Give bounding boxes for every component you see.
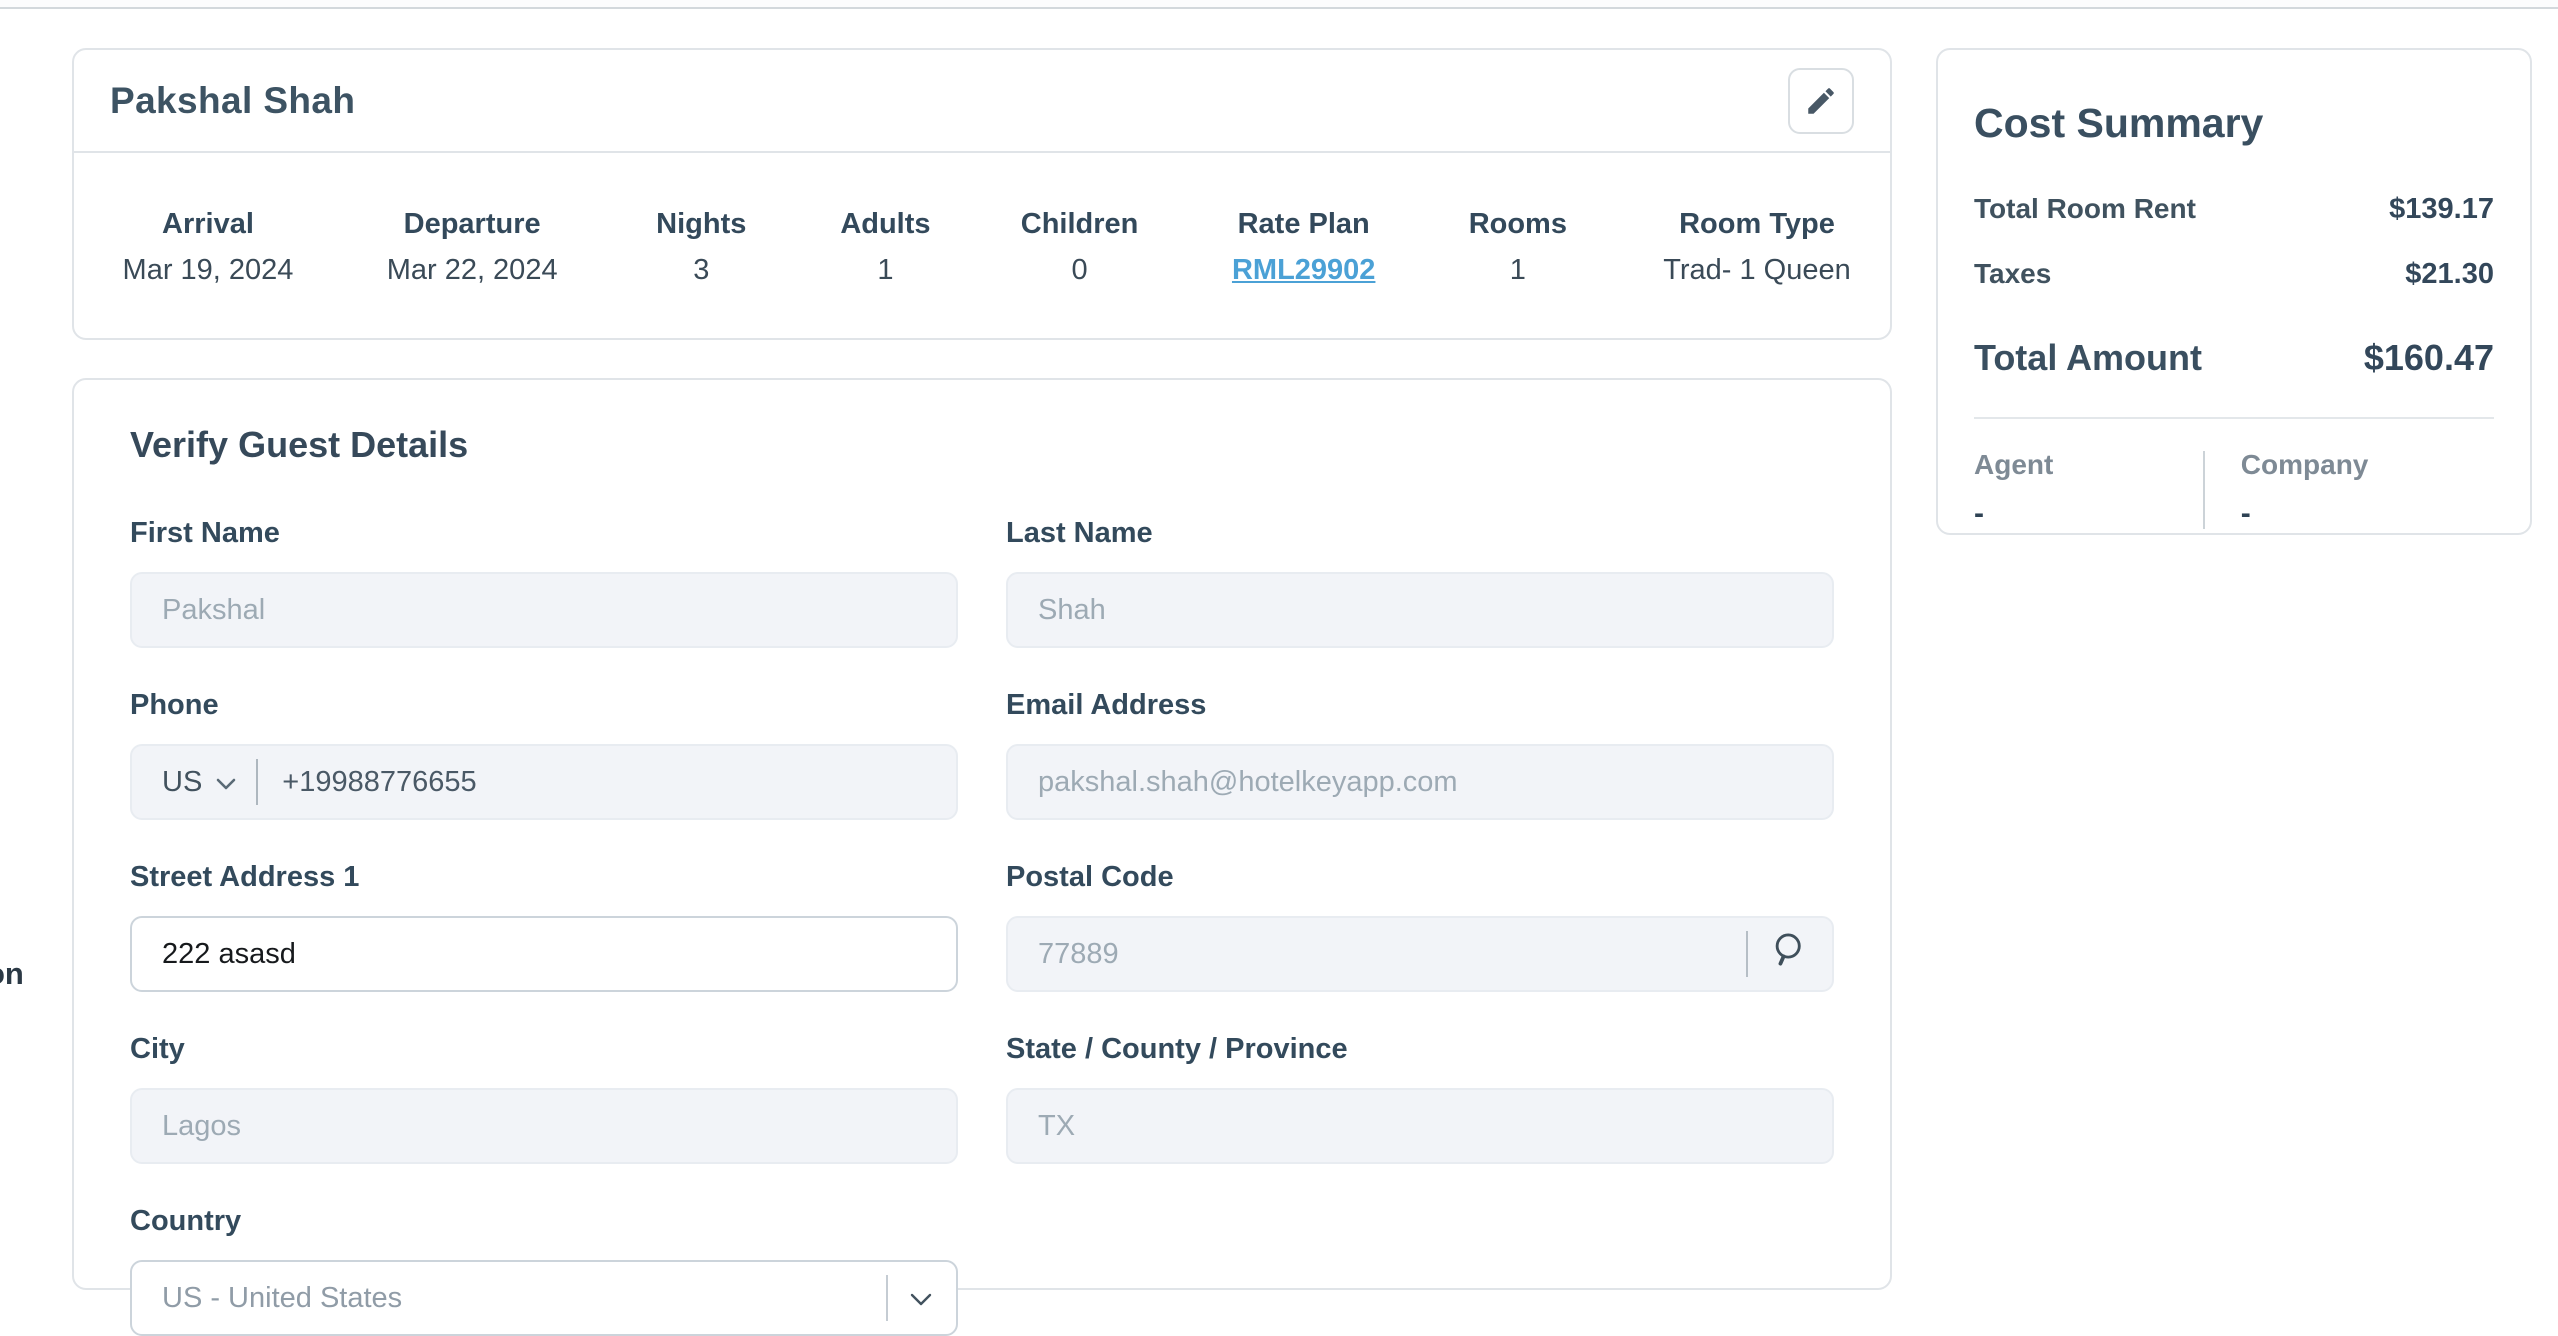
cost-row-value: $139.17 xyxy=(2389,193,2494,226)
guest-form-grid: First Name Last Name Phone US +199887766… xyxy=(130,516,1834,1336)
detail-label: Nights xyxy=(646,207,756,241)
last-name-field-group: Last Name xyxy=(1006,516,1834,648)
street-address-label: Street Address 1 xyxy=(130,860,958,894)
chevron-down-icon xyxy=(910,1282,932,1315)
last-name-input[interactable] xyxy=(1006,572,1834,648)
country-label: Country xyxy=(130,1204,958,1238)
rate-plan-link[interactable]: RML29902 xyxy=(1232,254,1375,286)
clipped-text-fragment: on xyxy=(0,956,24,992)
detail-value: 1 xyxy=(835,253,935,287)
detail-value: 0 xyxy=(1015,253,1145,287)
detail-rooms: Rooms 1 xyxy=(1463,207,1573,287)
phone-country-code: US xyxy=(162,766,202,799)
postal-code-label: Postal Code xyxy=(1006,860,1834,894)
cost-summary-divider xyxy=(1974,417,2494,419)
detail-label: Children xyxy=(1015,207,1145,241)
country-selected-value: US - United States xyxy=(162,1282,874,1315)
detail-nights: Nights 3 xyxy=(646,207,756,287)
state-label: State / County / Province xyxy=(1006,1032,1834,1066)
detail-label: Room Type xyxy=(1652,207,1862,241)
detail-value: 3 xyxy=(646,253,756,287)
detail-label: Rooms xyxy=(1463,207,1573,241)
agent-company-section: Agent - Company - xyxy=(1974,449,2494,531)
detail-value: Mar 22, 2024 xyxy=(377,253,567,287)
company-column: Company - xyxy=(2205,449,2494,531)
agent-label: Agent xyxy=(1974,449,2203,481)
detail-arrival: Arrival Mar 19, 2024 xyxy=(118,207,298,287)
chevron-down-icon xyxy=(216,766,236,799)
email-input[interactable] xyxy=(1006,744,1834,820)
last-name-label: Last Name xyxy=(1006,516,1834,550)
detail-value: Mar 19, 2024 xyxy=(118,253,298,287)
state-input[interactable] xyxy=(1006,1088,1834,1164)
cost-row-value: $21.30 xyxy=(2405,258,2494,291)
country-select[interactable]: US - United States xyxy=(130,1260,958,1336)
phone-field-group: Phone US +19988776655 xyxy=(130,688,958,820)
email-label: Email Address xyxy=(1006,688,1834,722)
detail-children: Children 0 xyxy=(1015,207,1145,287)
guest-name: Pakshal Shah xyxy=(110,80,355,122)
booking-details-row: Arrival Mar 19, 2024 Departure Mar 22, 2… xyxy=(74,153,1890,287)
country-field-group: Country US - United States xyxy=(130,1204,958,1336)
city-input[interactable] xyxy=(130,1088,958,1164)
postal-divider xyxy=(1746,931,1748,977)
city-label: City xyxy=(130,1032,958,1066)
cost-summary-title: Cost Summary xyxy=(1974,100,2494,147)
cost-row-label: Taxes xyxy=(1974,258,2051,290)
empty-grid-cell xyxy=(1006,1204,1834,1336)
verify-guest-details-card: Verify Guest Details First Name Last Nam… xyxy=(72,378,1892,1290)
detail-label: Rate Plan xyxy=(1224,207,1384,241)
phone-label: Phone xyxy=(130,688,958,722)
postal-code-field-group: Postal Code xyxy=(1006,860,1834,992)
cost-row-label: Total Room Rent xyxy=(1974,193,2196,225)
edit-guest-button[interactable] xyxy=(1788,68,1854,134)
postal-code-field xyxy=(1006,916,1834,992)
detail-room-type: Room Type Trad- 1 Queen xyxy=(1652,207,1862,287)
detail-label: Departure xyxy=(377,207,567,241)
postal-code-input[interactable] xyxy=(1038,918,1734,990)
verify-guest-details-title: Verify Guest Details xyxy=(130,424,1834,466)
phone-number-value: +19988776655 xyxy=(282,766,476,799)
pencil-icon xyxy=(1804,84,1838,118)
agent-value: - xyxy=(1974,497,2203,531)
detail-label: Adults xyxy=(835,207,935,241)
phone-field[interactable]: US +19988776655 xyxy=(130,744,958,820)
street-address-input[interactable] xyxy=(130,916,958,992)
email-field-group: Email Address xyxy=(1006,688,1834,820)
phone-country-selector[interactable]: US xyxy=(162,766,236,799)
cost-row-taxes: Taxes $21.30 xyxy=(1974,258,2494,291)
total-amount-value: $160.47 xyxy=(2364,337,2494,379)
cost-row-room-rent: Total Room Rent $139.17 xyxy=(1974,193,2494,226)
first-name-field-group: First Name xyxy=(130,516,958,648)
detail-label: Arrival xyxy=(118,207,298,241)
detail-value: Trad- 1 Queen xyxy=(1652,253,1862,287)
guest-card-header: Pakshal Shah xyxy=(74,50,1890,153)
detail-value: 1 xyxy=(1463,253,1573,287)
first-name-label: First Name xyxy=(130,516,958,550)
phone-divider xyxy=(256,759,258,805)
country-divider xyxy=(886,1275,888,1321)
street-address-field-group: Street Address 1 xyxy=(130,860,958,992)
first-name-input[interactable] xyxy=(130,572,958,648)
detail-rate-plan: Rate Plan RML29902 xyxy=(1224,207,1384,287)
detail-departure: Departure Mar 22, 2024 xyxy=(377,207,567,287)
company-label: Company xyxy=(2241,449,2494,481)
header-divider xyxy=(0,0,2558,9)
company-value: - xyxy=(2241,497,2494,531)
total-amount-label: Total Amount xyxy=(1974,337,2202,379)
state-field-group: State / County / Province xyxy=(1006,1032,1834,1164)
magnifier-icon[interactable] xyxy=(1770,931,1808,977)
cost-total-row: Total Amount $160.47 xyxy=(1974,337,2494,379)
cost-summary-card: Cost Summary Total Room Rent $139.17 Tax… xyxy=(1936,48,2532,535)
detail-adults: Adults 1 xyxy=(835,207,935,287)
guest-summary-card: Pakshal Shah Arrival Mar 19, 2024 Depart… xyxy=(72,48,1892,340)
city-field-group: City xyxy=(130,1032,958,1164)
agent-column: Agent - xyxy=(1974,449,2203,531)
